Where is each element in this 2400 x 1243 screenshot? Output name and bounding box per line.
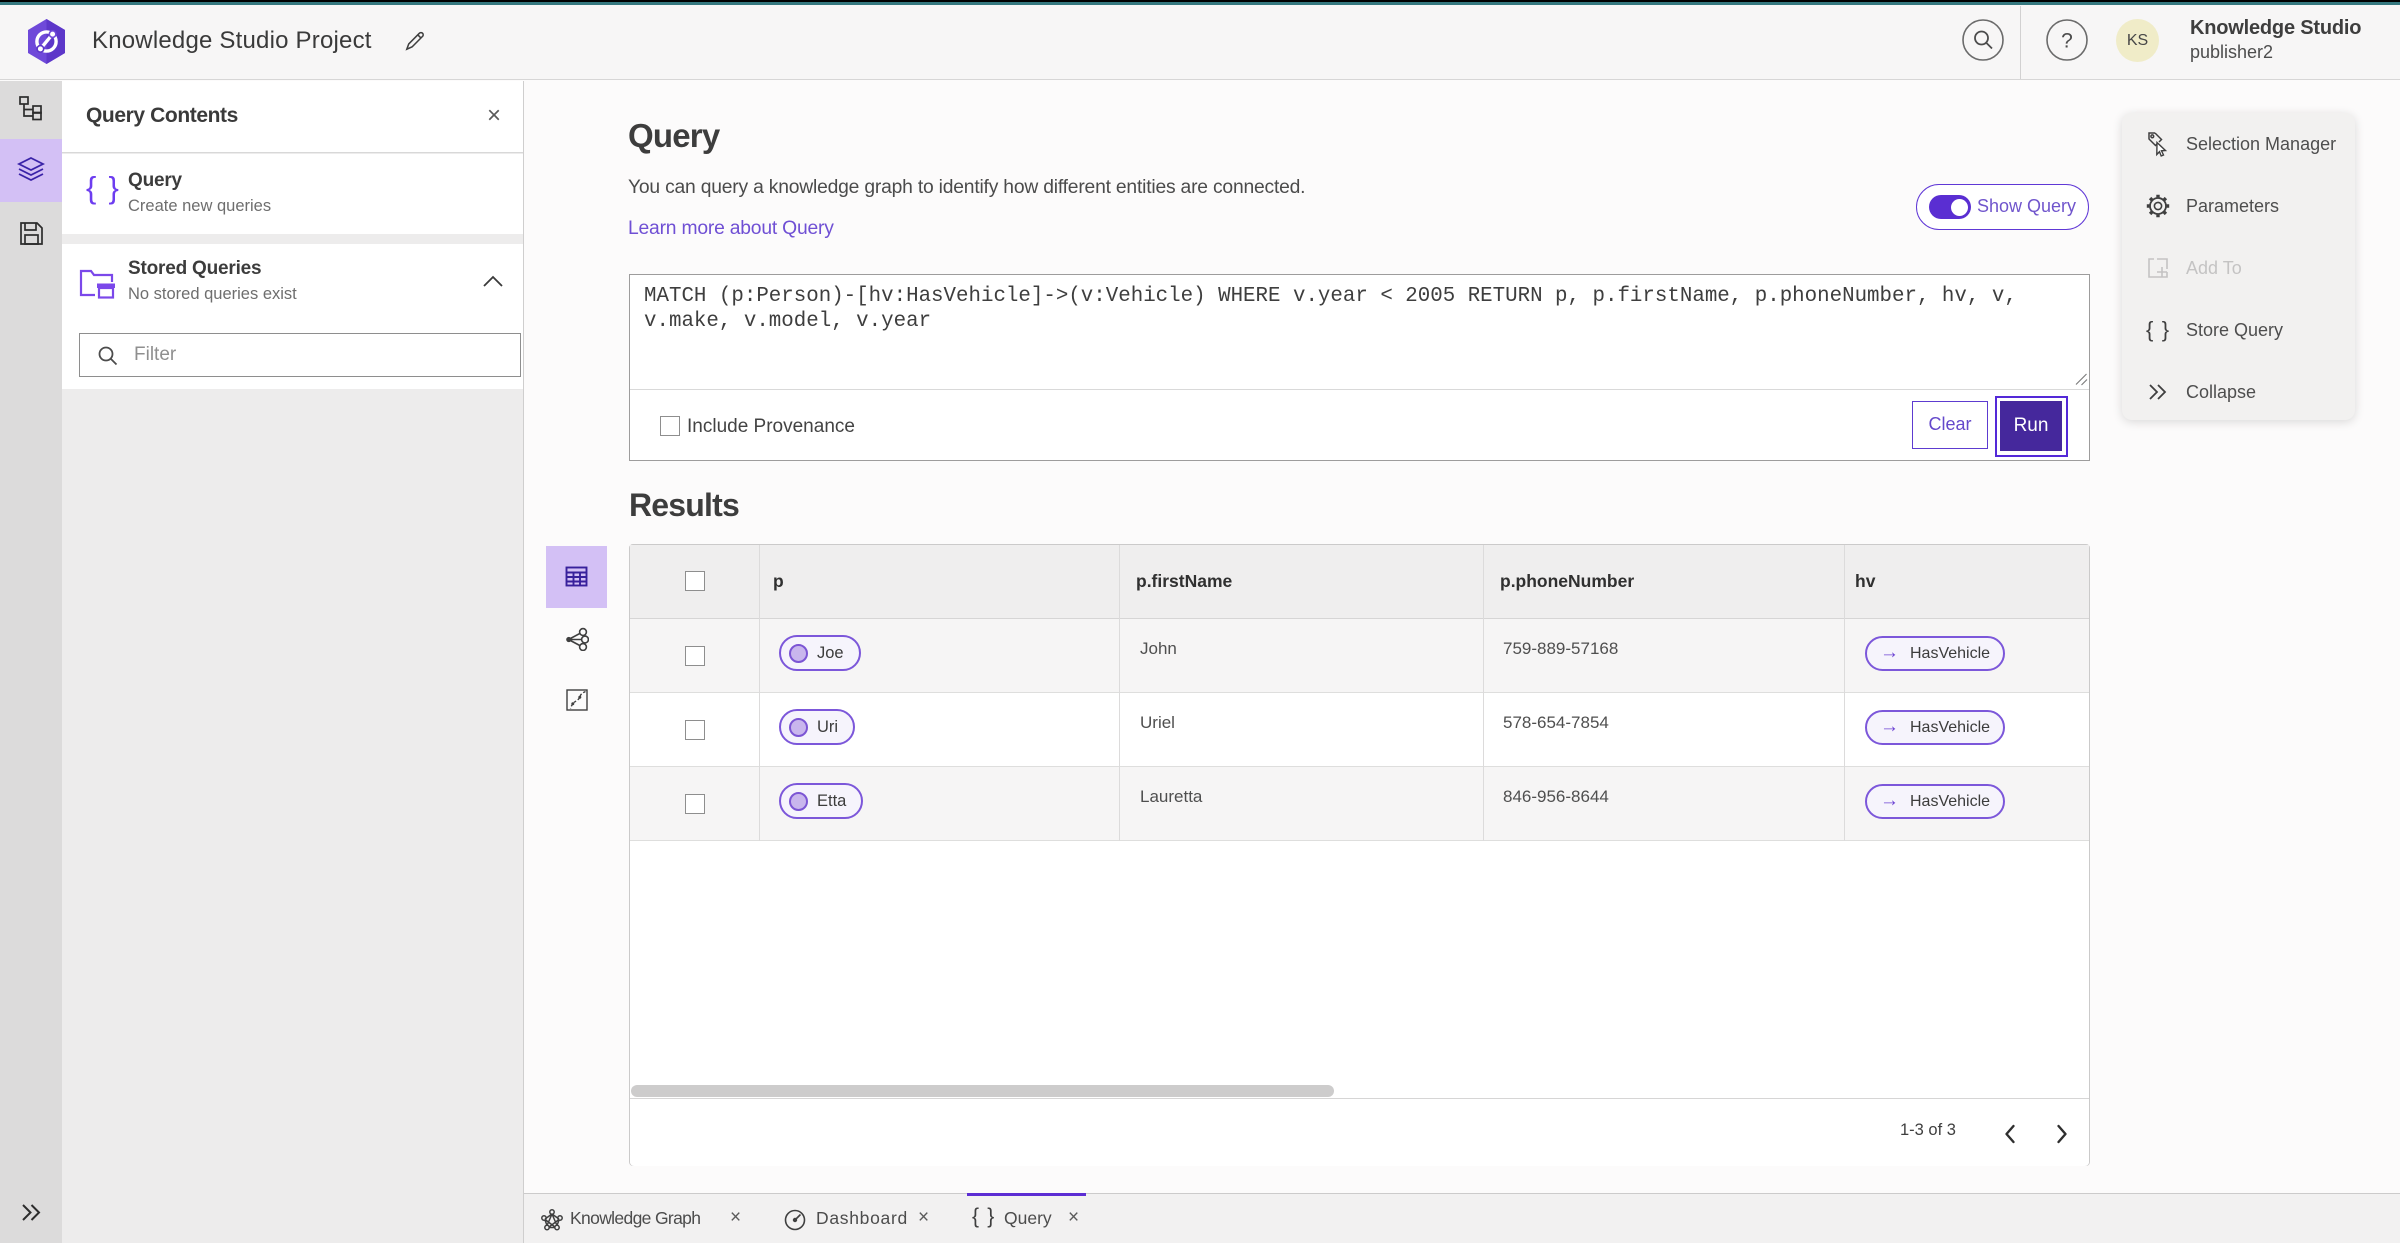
svg-text:?: ?	[2061, 30, 2073, 53]
